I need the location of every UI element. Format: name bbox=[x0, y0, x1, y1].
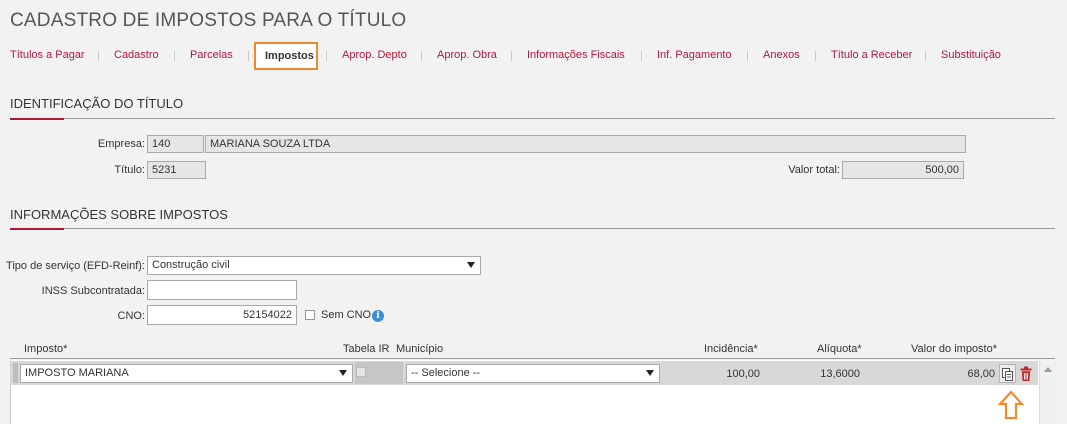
valor-total-label: Valor total: bbox=[788, 164, 840, 176]
tab-aprop-obra[interactable]: Aprop. Obra bbox=[437, 49, 497, 61]
titulo-field: 5231 bbox=[147, 161, 206, 179]
inss-subcontratada-label: INSS Subcontratada: bbox=[41, 285, 145, 297]
col-header-aliquota: Alíquota* bbox=[817, 343, 862, 355]
imposto-select[interactable]: IMPOSTO MARIANA bbox=[20, 364, 353, 383]
titulo-label: Título: bbox=[114, 164, 145, 176]
valor-total-field: 500,00 bbox=[842, 161, 964, 179]
grid-scrollbar[interactable] bbox=[1039, 361, 1056, 424]
page-title: CADASTRO DE IMPOSTOS PARA O TÍTULO bbox=[10, 10, 407, 31]
trash-icon bbox=[1020, 366, 1032, 381]
tab-titulos-a-pagar[interactable]: Títulos a Pagar bbox=[10, 49, 85, 61]
empresa-code-field: 140 bbox=[147, 135, 204, 153]
col-header-valor-imposto: Valor do imposto* bbox=[911, 343, 998, 355]
chevron-down-icon bbox=[467, 262, 475, 268]
tab-aprop-depto[interactable]: Aprop. Depto bbox=[342, 49, 407, 61]
cno-label: CNO: bbox=[117, 310, 146, 322]
section-divider bbox=[10, 228, 1055, 229]
tab-impostos[interactable]: Impostos bbox=[254, 42, 318, 70]
tab-separator bbox=[815, 51, 816, 61]
tipo-servico-select[interactable]: Construção civil bbox=[147, 256, 481, 275]
tab-separator bbox=[421, 51, 422, 61]
tab-separator bbox=[174, 51, 175, 61]
tab-informacoes-fiscais[interactable]: Informações Fiscais bbox=[527, 49, 625, 61]
up-arrow-icon bbox=[997, 390, 1025, 420]
scroll-up-icon[interactable] bbox=[1044, 367, 1052, 372]
col-header-incidencia: Incidência* bbox=[704, 343, 758, 355]
empresa-label: Empresa: bbox=[97, 138, 145, 150]
inss-subcontratada-input[interactable] bbox=[147, 280, 297, 300]
col-header-tabela-ir: Tabela IR bbox=[343, 343, 390, 355]
tab-inf-pagamento[interactable]: Inf. Pagamento bbox=[657, 49, 732, 61]
tab-substituicao[interactable]: Substituição bbox=[941, 49, 1001, 61]
cno-input[interactable]: 52154022 bbox=[147, 305, 297, 325]
sem-cno-label: Sem CNO bbox=[321, 309, 372, 321]
section-title-impostos: INFORMAÇÕES SOBRE IMPOSTOS bbox=[10, 207, 228, 222]
tab-separator bbox=[925, 51, 926, 61]
tab-impostos-label: Impostos bbox=[265, 50, 314, 62]
table-header-divider bbox=[10, 358, 1055, 359]
chevron-down-icon bbox=[646, 370, 654, 376]
delete-button[interactable] bbox=[1019, 366, 1033, 382]
incidencia-value[interactable]: 100,00 bbox=[670, 368, 760, 380]
imposto-value: IMPOSTO MARIANA bbox=[25, 367, 129, 379]
municipio-select[interactable]: -- Selecione -- bbox=[406, 364, 660, 383]
tab-separator bbox=[98, 51, 99, 61]
copy-icon bbox=[1002, 368, 1013, 381]
tipo-servico-label: Tipo de serviço (EFD-Reinf): bbox=[6, 260, 145, 272]
municipio-value: -- Selecione -- bbox=[411, 367, 481, 379]
tab-separator bbox=[326, 51, 327, 61]
aliquota-value[interactable]: 13,6000 bbox=[770, 368, 860, 380]
copy-button[interactable] bbox=[999, 364, 1016, 383]
tab-anexos[interactable]: Anexos bbox=[763, 49, 800, 61]
tab-separator bbox=[511, 51, 512, 61]
section-accent bbox=[10, 228, 64, 230]
empresa-name-field: MARIANA SOUZA LTDA bbox=[205, 135, 966, 153]
section-accent bbox=[10, 118, 64, 120]
tipo-servico-value: Construção civil bbox=[152, 259, 230, 271]
row-selector[interactable] bbox=[13, 363, 18, 383]
tabela-ir-checkbox[interactable] bbox=[356, 367, 366, 377]
tab-separator bbox=[248, 51, 249, 61]
col-header-imposto: Imposto* bbox=[24, 343, 68, 355]
section-divider bbox=[10, 118, 1055, 119]
col-header-municipio: Município bbox=[396, 343, 444, 355]
tab-cadastro[interactable]: Cadastro bbox=[114, 49, 159, 61]
section-title-identificacao: IDENTIFICAÇÃO DO TÍTULO bbox=[10, 96, 184, 111]
tab-parcelas[interactable]: Parcelas bbox=[190, 49, 233, 61]
sem-cno-checkbox[interactable] bbox=[305, 310, 315, 320]
tab-separator bbox=[641, 51, 642, 61]
tab-titulo-a-receber[interactable]: Título a Receber bbox=[831, 49, 912, 61]
chevron-down-icon bbox=[339, 370, 347, 376]
tab-separator bbox=[747, 51, 748, 61]
info-icon[interactable]: i bbox=[372, 310, 384, 322]
tab-bar: Títulos a Pagar Cadastro Parcelas Impost… bbox=[0, 42, 1067, 72]
valor-imposto-value[interactable]: 68,00 bbox=[900, 368, 995, 380]
